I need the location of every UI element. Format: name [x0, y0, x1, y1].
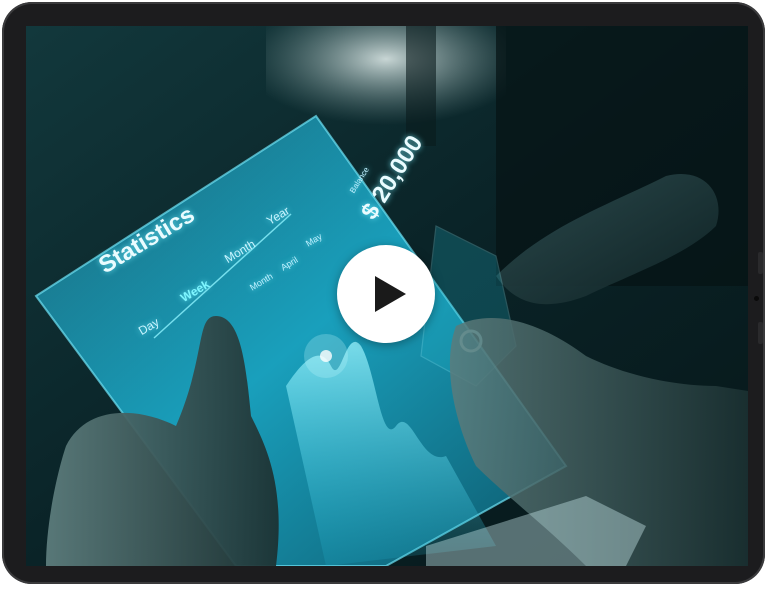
side-button: [758, 322, 763, 344]
camera-dot: [754, 296, 759, 301]
side-button: [758, 252, 763, 274]
play-icon: [375, 276, 406, 312]
play-button[interactable]: [337, 245, 435, 343]
video-poster[interactable]: Statistics Day Week Month Year Month Apr…: [26, 26, 748, 566]
tablet-frame: Statistics Day Week Month Year Month Apr…: [2, 2, 765, 584]
